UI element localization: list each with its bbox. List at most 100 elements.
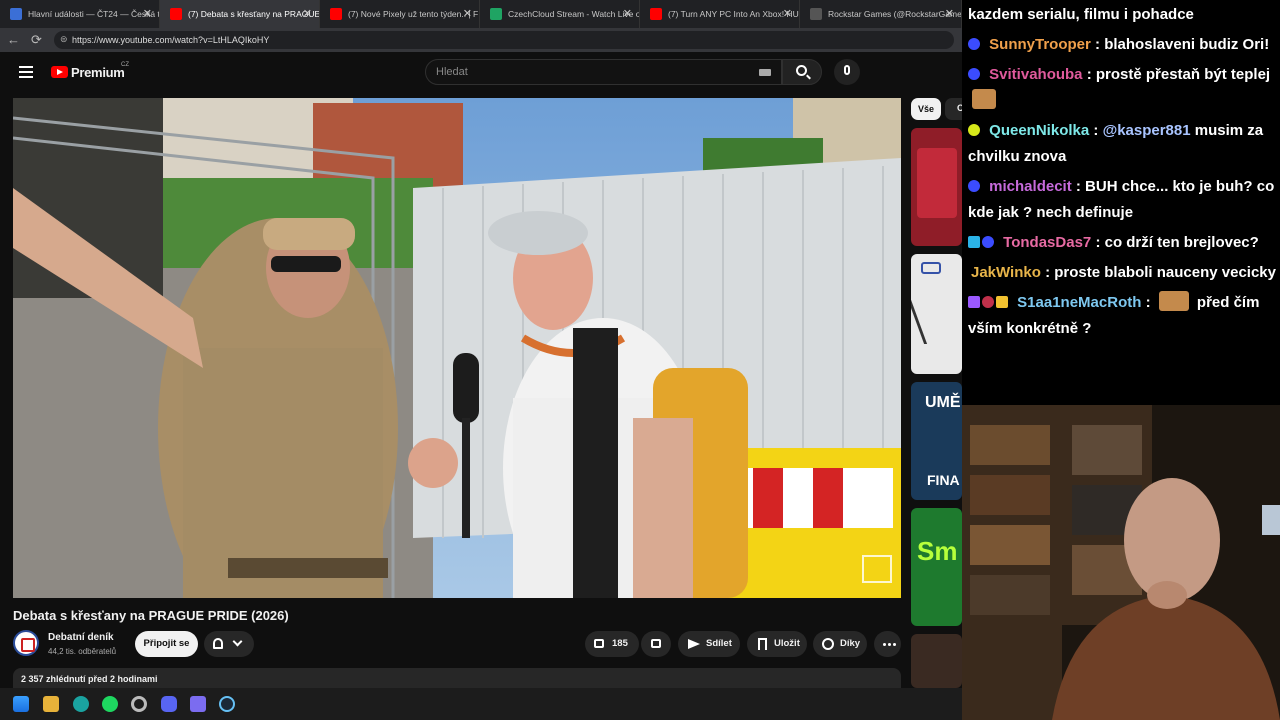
channel-avatar[interactable] <box>13 630 39 656</box>
voice-search-button[interactable] <box>834 59 860 85</box>
notification-button[interactable] <box>204 631 254 657</box>
tab-title: (7) Turn ANY PC Into An Xbox! HU <box>668 9 799 19</box>
search-button[interactable] <box>782 59 822 85</box>
back-arrow-icon[interactable]: ← <box>7 32 20 47</box>
chat-message: Svitivahouba : prostě přestaň být teplej <box>968 62 1276 114</box>
menu-icon[interactable] <box>19 66 33 78</box>
cube-badge-icon <box>968 236 980 248</box>
youtube-header: Premium CZ Hledat <box>0 52 962 92</box>
chat-message: QueenNikolka : @kasper881 musim za chvil… <box>968 118 1276 170</box>
x-favicon-icon <box>810 8 822 20</box>
file-explorer-icon[interactable] <box>43 696 59 712</box>
recommendation-thumbnail[interactable]: Sm <box>911 508 962 626</box>
chat-text: : <box>1145 294 1151 311</box>
close-tab-icon[interactable]: ✕ <box>945 7 954 20</box>
tab-xbox[interactable]: (7) Turn ANY PC Into An Xbox! HU ✕ <box>640 0 800 28</box>
streamer-webcam <box>962 405 1280 720</box>
chat-username: michaldecit <box>989 178 1072 195</box>
tab-rockstar[interactable]: Rockstar Games (@RockstarGame ✕ <box>800 0 962 28</box>
chat-username: S1aa1neMacRoth <box>1017 294 1142 311</box>
tab-pixely[interactable]: (7) Nové Pixely už tento týden.. | F ✕ <box>320 0 480 28</box>
chat-username: TondasDas7 <box>1003 234 1092 251</box>
sub-badge-icon <box>968 180 980 192</box>
recommendation-thumbnail[interactable]: UMĚ FINA <box>911 382 962 500</box>
search-placeholder: Hledat <box>436 66 468 78</box>
chat-text: : blahoslaveni budiz Ori! <box>1095 36 1270 53</box>
chrome-icon[interactable] <box>131 696 147 712</box>
youtube-logo-icon[interactable] <box>51 66 68 78</box>
search-icon <box>796 65 807 76</box>
cat-emote-icon <box>972 89 996 109</box>
save-button[interactable]: Uložit <box>747 631 807 657</box>
spotify-icon[interactable] <box>102 696 118 712</box>
chat-text: : co drží ten brejlovec? <box>1095 234 1259 251</box>
close-tab-icon[interactable]: ✕ <box>623 7 632 20</box>
youtube-favicon-icon <box>650 8 662 20</box>
keyboard-icon[interactable] <box>759 69 771 76</box>
description-box[interactable]: 2 357 zhlédnutí před 2 hodinami <box>13 668 901 688</box>
discord-icon[interactable] <box>161 696 177 712</box>
chat-message: TondasDas7 : co drží ten brejlovec? <box>968 230 1276 256</box>
steam-icon[interactable] <box>219 696 235 712</box>
recommendation-thumbnail[interactable] <box>911 634 962 688</box>
chat-message: michaldecit : BUH chce... kto je buh? co… <box>968 174 1276 226</box>
chat-text: : proste blaboli nauceny vecicky <box>1045 264 1276 281</box>
recommendation-thumbnail[interactable] <box>911 254 962 374</box>
sub-badge-icon <box>982 236 994 248</box>
channel-name[interactable]: Debatní deník <box>48 632 114 643</box>
bell-icon <box>213 638 223 649</box>
tab-debata[interactable]: (7) Debata s křesťany na PRAGUE ✕ <box>160 0 320 28</box>
close-tab-icon[interactable]: ✕ <box>783 7 792 20</box>
tab-title: (7) Nové Pixely už tento týden.. | F <box>348 9 479 19</box>
save-label: Uložit <box>774 638 800 649</box>
chat-username: Svitivahouba <box>989 66 1083 83</box>
share-label: Sdílet <box>706 638 732 649</box>
bookmark-icon <box>758 638 767 650</box>
url-field[interactable]: ⊜ https://www.youtube.com/watch?v=LtHLAQ… <box>54 31 954 49</box>
share-icon <box>688 639 700 649</box>
tab-ct24[interactable]: Hlavní události — ČT24 — Česká t ✕ <box>0 0 160 28</box>
close-tab-icon[interactable]: ✕ <box>463 7 472 20</box>
thumbs-down-icon <box>651 639 661 648</box>
thanks-button[interactable]: Díky <box>813 631 867 657</box>
more-button[interactable] <box>874 631 901 657</box>
video-frame <box>13 98 901 598</box>
chat-message: S1aa1neMacRoth : před čím vším konkrétně… <box>968 290 1276 342</box>
thanks-icon <box>822 638 834 650</box>
dislike-button[interactable] <box>641 631 671 657</box>
join-button[interactable]: Připojit se <box>135 631 198 657</box>
url-text: https://www.youtube.com/watch?v=LtHLAQIk… <box>72 35 270 45</box>
thumbs-up-icon <box>594 639 604 648</box>
close-tab-icon[interactable]: ✕ <box>143 7 152 20</box>
close-tab-icon[interactable]: ✕ <box>303 7 312 20</box>
chat-username: QueenNikolka <box>989 122 1090 139</box>
tab-czechcloud[interactable]: CzechCloud Stream - Watch Live o ✕ <box>480 0 640 28</box>
chat-text: : prostě přestaň být teplej <box>1086 66 1271 83</box>
chat-message: JakWinko : proste blaboli nauceny vecick… <box>968 260 1276 286</box>
chip-other[interactable]: O <box>945 98 962 120</box>
share-button[interactable]: Sdílet <box>678 631 740 657</box>
ct24-favicon-icon <box>10 8 22 20</box>
cube-badge-icon <box>968 296 980 308</box>
windows-start-icon[interactable] <box>13 696 29 712</box>
edge-browser-icon[interactable] <box>73 696 89 712</box>
sub-badge-icon <box>968 124 980 136</box>
search-input[interactable]: Hledat <box>425 59 782 85</box>
chip-all[interactable]: Vše <box>911 98 941 120</box>
recommendation-thumbnail[interactable] <box>911 128 962 246</box>
windows-taskbar <box>0 688 962 720</box>
sub-badge-icon <box>968 68 980 80</box>
reload-icon[interactable]: ⟳ <box>31 32 42 48</box>
views-and-date: 2 357 zhlédnutí před 2 hodinami <box>21 674 158 684</box>
site-info-icon[interactable]: ⊜ <box>60 34 68 45</box>
logo-text[interactable]: Premium <box>71 65 125 80</box>
tab-title: Hlavní události — ČT24 — Česká t <box>28 9 160 19</box>
apps-icon[interactable] <box>190 696 206 712</box>
tab-title: CzechCloud Stream - Watch Live o <box>508 9 640 19</box>
thumb-text: Sm <box>917 536 958 566</box>
like-button[interactable]: 185 <box>585 631 639 657</box>
thumb-text: FINA <box>927 472 960 488</box>
video-player[interactable] <box>13 98 901 598</box>
like-count: 185 <box>612 638 628 649</box>
subscriber-count: 44,2 tis. odběratelů <box>48 647 117 656</box>
